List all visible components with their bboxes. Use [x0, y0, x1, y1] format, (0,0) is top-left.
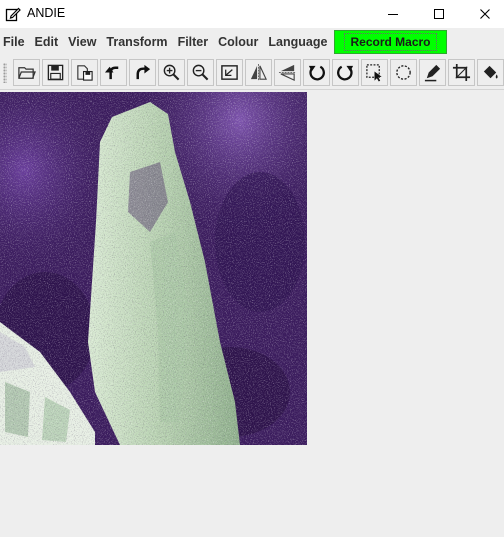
menu-view[interactable]: View — [63, 28, 101, 56]
fill-icon — [483, 65, 498, 79]
flip-horizontal-button[interactable] — [245, 59, 272, 86]
draw-button[interactable] — [419, 59, 446, 86]
minimize-icon — [388, 14, 398, 15]
undo-button[interactable] — [100, 59, 127, 86]
zoom-in-icon — [163, 64, 180, 81]
rotate-right-icon — [337, 65, 354, 81]
undo-icon — [104, 66, 119, 80]
flip-vertical-icon — [278, 64, 297, 81]
rotate-right-button[interactable] — [332, 59, 359, 86]
save-button[interactable] — [42, 59, 69, 86]
flip-horizontal-icon — [250, 63, 267, 82]
menu-transform[interactable]: Transform — [101, 28, 172, 56]
redo-icon — [136, 64, 151, 80]
menu-language[interactable]: Language — [263, 28, 332, 56]
minimize-button[interactable] — [370, 0, 416, 28]
window-title: ANDIE — [27, 6, 66, 20]
record-macro-label: Record Macro — [344, 33, 437, 51]
open-button[interactable] — [13, 59, 40, 86]
zoom-fit-icon — [221, 65, 238, 80]
zoom-out-icon — [192, 64, 209, 81]
open-icon — [18, 67, 36, 79]
edit-app-icon — [5, 7, 21, 22]
menu-filter[interactable]: Filter — [173, 28, 214, 56]
save-as-button[interactable] — [71, 59, 98, 86]
close-icon — [480, 9, 490, 19]
zoom-fit-button[interactable] — [216, 59, 243, 86]
toolbar — [0, 57, 504, 90]
rectangle-select-icon — [366, 64, 382, 82]
rotate-left-button[interactable] — [303, 59, 330, 86]
menu-edit[interactable]: Edit — [30, 28, 64, 56]
ellipse-select-button[interactable] — [390, 59, 417, 86]
draw-icon — [424, 64, 441, 82]
save-icon — [47, 64, 64, 81]
crop-icon — [452, 63, 471, 82]
rotate-left-icon — [308, 65, 325, 81]
save-as-icon — [77, 65, 93, 81]
zoom-in-button[interactable] — [158, 59, 185, 86]
redo-button[interactable] — [129, 59, 156, 86]
ellipse-select-icon — [396, 65, 411, 80]
edited-image[interactable] — [0, 92, 307, 445]
record-macro-button[interactable]: Record Macro — [334, 30, 447, 54]
close-button[interactable] — [462, 0, 504, 28]
maximize-button[interactable] — [416, 0, 462, 28]
menu-colour[interactable]: Colour — [213, 28, 263, 56]
maximize-icon — [434, 9, 444, 19]
crop-button[interactable] — [448, 59, 475, 86]
toolbar-grip-handle[interactable] — [3, 63, 7, 83]
rectangle-select-button[interactable] — [361, 59, 388, 86]
title-bar: ANDIE — [0, 0, 504, 28]
menu-file[interactable]: File — [0, 28, 30, 56]
image-content — [0, 92, 307, 445]
flip-vertical-button[interactable] — [274, 59, 301, 86]
fill-button[interactable] — [477, 59, 504, 86]
image-canvas-area[interactable] — [0, 90, 504, 537]
zoom-out-button[interactable] — [187, 59, 214, 86]
